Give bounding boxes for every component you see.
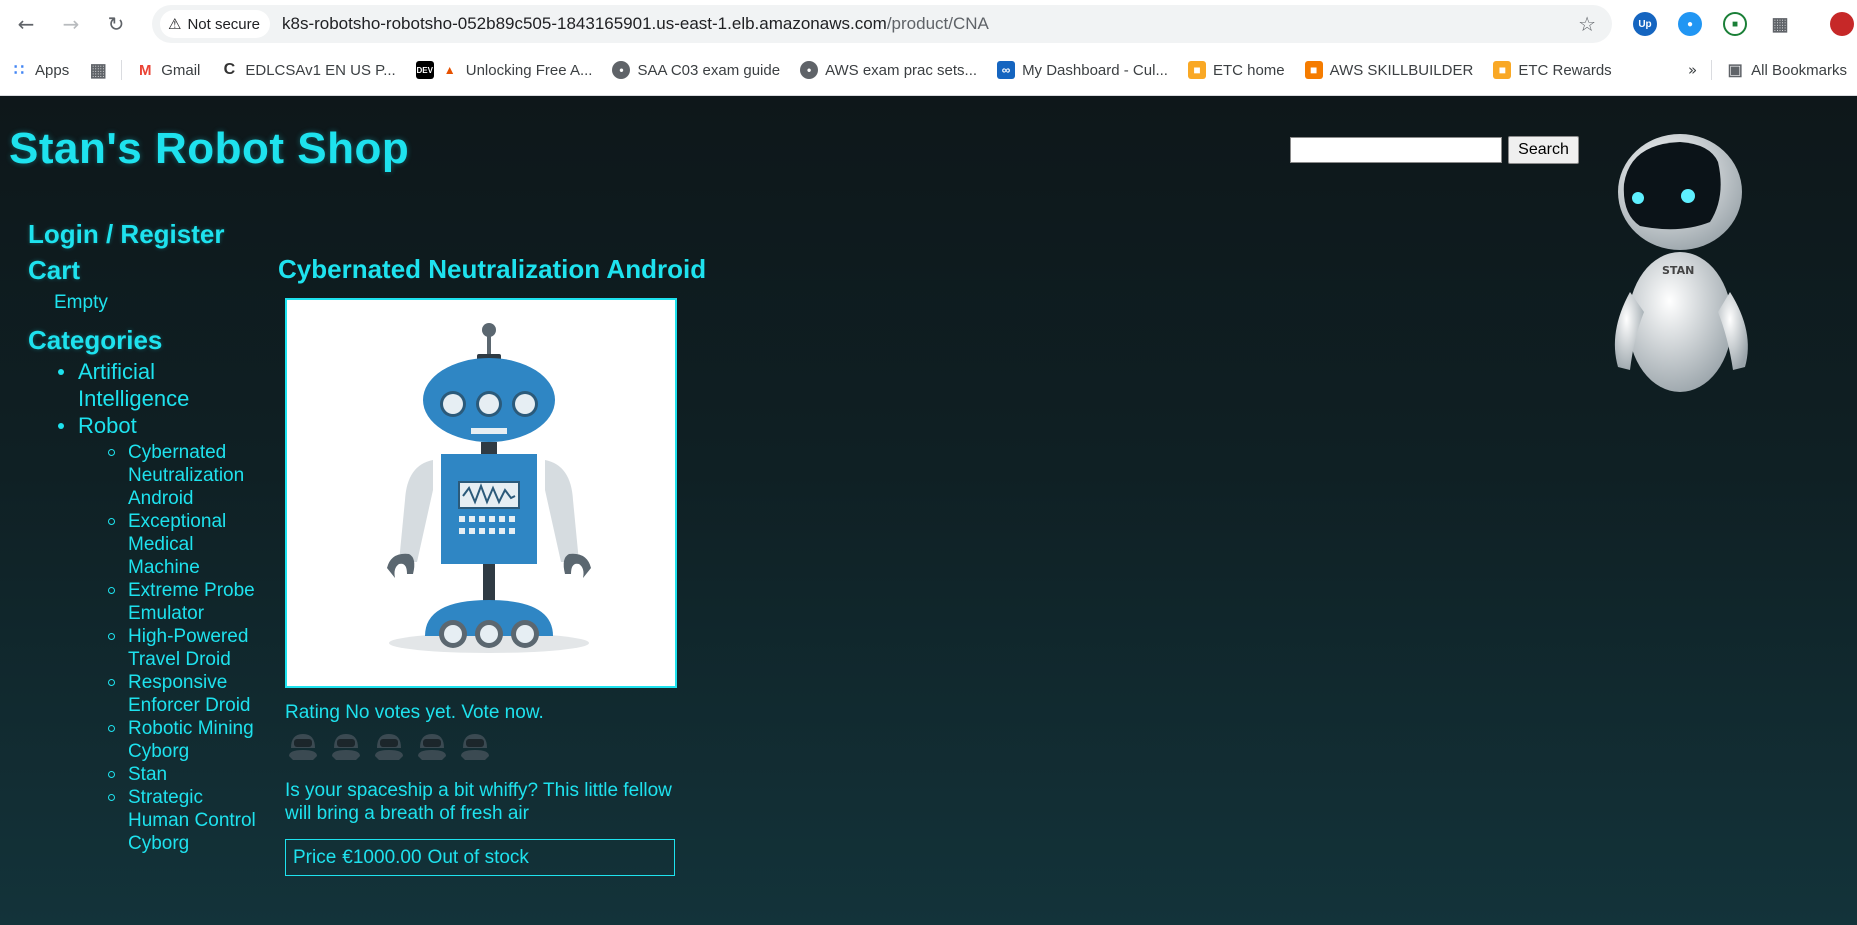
sidebar: Login / Register Cart Empty Categories A… [28, 216, 258, 855]
address-bar[interactable]: ⚠ Not secure k8s-robotsho-robotsho-052b8… [152, 5, 1612, 43]
product-link-epe[interactable]: Extreme Probe Emulator [108, 579, 258, 625]
tab-grid-icon: ▦ [89, 59, 107, 80]
product-title: Cybernated Neutralization Android [278, 254, 707, 284]
product-link-cna[interactable]: Cybernated Neutralization Android [108, 441, 258, 510]
security-indicator[interactable]: ⚠ Not secure [160, 10, 270, 38]
price-box: Price €1000.00 Out of stock [285, 839, 675, 876]
vote-3-robot-icon[interactable] [371, 728, 407, 764]
category-robot[interactable]: Robot [78, 412, 218, 439]
bookmark-etc-rewards[interactable]: ■ ETC Rewards [1483, 55, 1621, 85]
url-host: k8s-robotsho-robotsho-052b89c505-1843165… [282, 14, 887, 33]
bookmark-star-icon[interactable]: ☆ [1578, 12, 1596, 36]
robot-product-list: Cybernated Neutralization Android Except… [108, 441, 258, 855]
svg-text:STAN: STAN [1662, 264, 1694, 277]
bookmark-tab-groups[interactable]: ▦ [79, 55, 117, 85]
product-link-rmc[interactable]: Robotic Mining Cyborg [108, 717, 258, 763]
vote-2-robot-icon[interactable] [328, 728, 364, 764]
login-register-link[interactable]: Login / Register [28, 216, 258, 252]
page-content: Stan's Robot Shop Search STAN Login / Re… [0, 96, 1857, 925]
aws-icon: ■ [1304, 61, 1323, 79]
rating-status-text[interactable]: No votes yet. Vote now. [345, 702, 544, 723]
site-title[interactable]: Stan's Robot Shop [9, 124, 409, 174]
gmail-icon: M [138, 61, 152, 79]
categories-heading: Categories [28, 325, 163, 355]
bookmark-saa[interactable]: • SAA C03 exam guide [602, 55, 790, 85]
category-item: Artificial Intelligence [58, 358, 258, 412]
globe-icon: • [800, 61, 819, 79]
course-icon: C [223, 61, 236, 78]
forward-icon[interactable]: → [55, 10, 87, 38]
price-label: Price [293, 846, 337, 868]
category-list: Artificial Intelligence Robot Cybernated… [58, 358, 258, 855]
double-chevron-icon: » [1687, 61, 1698, 79]
etc-icon: ■ [1493, 61, 1512, 79]
robot-extension-icon[interactable]: ■ [1723, 12, 1747, 36]
vote-4-robot-icon[interactable] [414, 728, 450, 764]
product-link-emm[interactable]: Exceptional Medical Machine [108, 510, 258, 579]
rating-label: Rating [285, 702, 340, 723]
bookmarks-overflow-button[interactable]: » [1678, 55, 1707, 85]
all-bookmarks-button[interactable]: ▣ All Bookmarks [1716, 55, 1857, 85]
cart-link[interactable]: Cart [28, 252, 258, 288]
back-icon[interactable]: ← [10, 10, 42, 38]
divider [1711, 60, 1713, 80]
divider [121, 60, 123, 80]
product-link-shcc[interactable]: Strategic Human Control Cyborg [108, 786, 258, 855]
extensions-puzzle-icon[interactable]: ▦ [1768, 12, 1792, 36]
rating-stars [285, 728, 493, 764]
bookmark-aws-exam[interactable]: • AWS exam prac sets... [790, 55, 987, 85]
apps-grid-icon: ∷ [13, 62, 25, 79]
dev-icon: DEV [415, 61, 434, 79]
product-link-hptd[interactable]: High-Powered Travel Droid [108, 625, 258, 671]
bookmarks-bar: ∷ Apps ▦ M Gmail C EDLCSAv1 EN US P... D… [0, 52, 1857, 88]
profile-avatar[interactable] [1830, 12, 1854, 36]
search-input[interactable] [1290, 137, 1502, 163]
folder-icon: ▣ [1727, 62, 1743, 79]
vote-1-robot-icon[interactable] [285, 728, 321, 764]
stan-mascot-image: STAN [1614, 134, 1748, 392]
robot-illustration [387, 323, 591, 653]
security-label: Not secure [187, 15, 260, 33]
product-link-red[interactable]: Responsive Enforcer Droid [108, 671, 258, 717]
bookmark-aws-skillbuilder[interactable]: ■ AWS SKILLBUILDER [1295, 55, 1484, 85]
product-link-stan[interactable]: Stan [108, 763, 258, 786]
product-description: Is your spaceship a bit whiffy? This lit… [285, 780, 672, 824]
price-value: €1000.00 [342, 846, 422, 868]
bookmark-unlocking[interactable]: DEV ▲ Unlocking Free A... [406, 55, 603, 85]
browser-chrome: ← → ↻ ⚠ Not secure k8s-robotsho-robotsho… [0, 0, 1857, 96]
bookmark-gmail[interactable]: M Gmail [126, 55, 210, 85]
ai-extension-icon[interactable]: ● [1678, 12, 1702, 36]
bookmark-edlcsa[interactable]: C EDLCSAv1 EN US P... [210, 55, 405, 85]
category-artificial-intelligence[interactable]: Artificial Intelligence [78, 358, 218, 412]
dashboard-icon: ∞ [997, 61, 1016, 79]
bookmark-dashboard[interactable]: ∞ My Dashboard - Cul... [987, 55, 1178, 85]
url-path: /product/CNA [886, 14, 989, 33]
search-button[interactable]: Search [1508, 136, 1579, 164]
warning-icon: ⚠ [168, 15, 182, 33]
upwork-extension-icon[interactable]: Up [1633, 12, 1657, 36]
rating-line: Rating No votes yet. Vote now. [285, 702, 544, 724]
stock-status: Out of stock [427, 846, 529, 868]
globe-icon: • [612, 61, 631, 79]
url-text: k8s-robotsho-robotsho-052b89c505-1843165… [282, 14, 989, 34]
product-image [285, 298, 677, 688]
reload-icon[interactable]: ↻ [100, 10, 132, 38]
fire-icon: ▲ [443, 63, 456, 77]
bookmark-apps[interactable]: ∷ Apps [0, 55, 79, 85]
category-item: Robot Cybernated Neutralization Android … [58, 412, 258, 855]
bookmark-etc-home[interactable]: ■ ETC home [1178, 55, 1295, 85]
cart-status: Empty [54, 292, 108, 313]
etc-icon: ■ [1187, 61, 1206, 79]
vote-5-robot-icon[interactable] [457, 728, 493, 764]
